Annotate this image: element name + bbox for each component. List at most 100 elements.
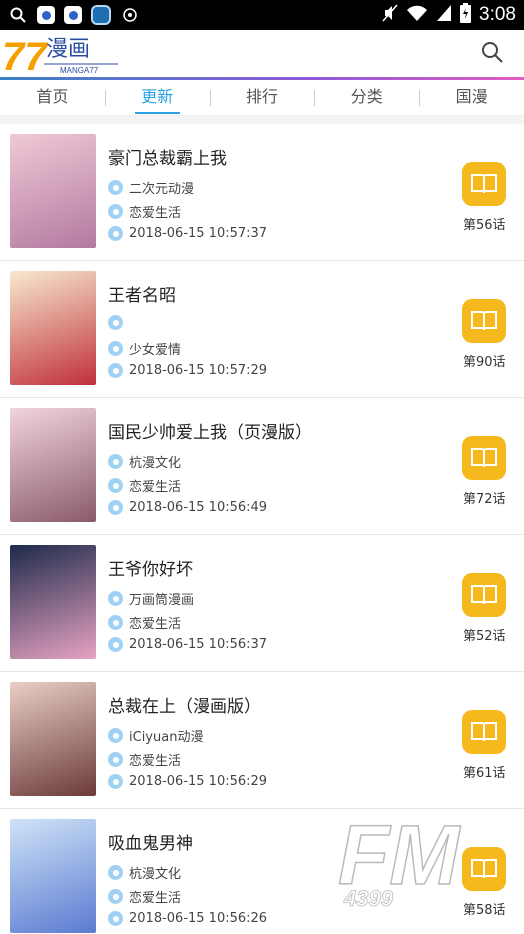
update-time: 2018-06-15 10:56:29: [129, 774, 268, 789]
author: 二次元动漫: [129, 182, 195, 197]
user-icon: [108, 865, 123, 880]
comic-title[interactable]: 吸血鬼男神: [108, 829, 193, 854]
list-item[interactable]: 国民少帅爱上我（页漫版） 杭漫文化 恋爱生活 2018-06-15 10:56:…: [0, 398, 524, 535]
watermark-sub: 4399: [343, 886, 394, 911]
update-time: 2018-06-15 10:57:37: [129, 226, 268, 241]
genre: 恋爱生活: [129, 754, 182, 769]
search-icon: [8, 5, 28, 25]
tab-domestic[interactable]: 国漫: [419, 80, 524, 116]
book-icon: [471, 585, 497, 605]
genre-row: 恋爱生活: [108, 887, 181, 906]
latest-chapter: 第72话: [463, 492, 506, 507]
wifi-icon: [406, 4, 428, 27]
logo-text: 漫画: [46, 37, 90, 62]
clock-icon: [108, 637, 123, 652]
battery-icon: [460, 2, 472, 28]
genre: 恋爱生活: [129, 206, 182, 221]
list-item[interactable]: 豪门总裁霸上我 二次元动漫 恋爱生活 2018-06-15 10:57:37 第…: [0, 124, 524, 261]
update-time: 2018-06-15 10:57:29: [129, 363, 268, 378]
tag-icon: [108, 752, 123, 767]
watermark: FM 4399: [337, 806, 488, 916]
user-icon: [108, 454, 123, 469]
clock-icon: [108, 226, 123, 241]
clock: 3:08: [479, 4, 516, 25]
genre: 少女爱情: [129, 343, 182, 358]
latest-chapter: 第90话: [463, 355, 506, 370]
user-icon: [108, 315, 123, 330]
update-time: 2018-06-15 10:56:26: [129, 911, 268, 926]
clock-icon: [108, 911, 123, 926]
read-button[interactable]: [462, 710, 506, 754]
clock-icon: [108, 500, 123, 515]
time-row: 2018-06-15 10:56:49: [108, 500, 267, 515]
comic-title[interactable]: 国民少帅爱上我（页漫版）: [108, 418, 312, 443]
search-button[interactable]: [480, 40, 504, 64]
genre: 恋爱生活: [129, 891, 182, 906]
app-logo[interactable]: 77 漫画 MANGA77: [0, 30, 120, 79]
comic-cover[interactable]: [10, 134, 96, 248]
tag-icon: [108, 889, 123, 904]
tag-icon: [108, 478, 123, 493]
update-time: 2018-06-15 10:56:37: [129, 637, 268, 652]
time-row: 2018-06-15 10:57:37: [108, 226, 267, 241]
book-icon: [471, 311, 497, 331]
tab-ranking[interactable]: 排行: [209, 80, 315, 116]
signal-icon: [436, 4, 452, 27]
author-row: 万画筒漫画: [108, 589, 194, 608]
time-row: 2018-06-15 10:57:29: [108, 363, 267, 378]
comic-cover[interactable]: [10, 819, 96, 933]
author: 杭漫文化: [129, 456, 182, 471]
tab-updates[interactable]: 更新: [104, 80, 210, 116]
tag-icon: [108, 615, 123, 630]
comic-title[interactable]: 总裁在上（漫画版）: [108, 692, 261, 717]
app-header: 77 漫画 MANGA77: [0, 30, 524, 79]
list-item[interactable]: 总裁在上（漫画版） iCiyuan动漫 恋爱生活 2018-06-15 10:5…: [0, 672, 524, 809]
user-icon: [108, 180, 123, 195]
app-icon: [91, 5, 111, 25]
comic-cover[interactable]: [10, 545, 96, 659]
comic-title[interactable]: 王爷你好坏: [108, 555, 193, 580]
tab-home[interactable]: 首页: [0, 80, 105, 116]
mute-icon: [382, 4, 398, 27]
latest-chapter: 第52话: [463, 629, 506, 644]
author-row: [108, 315, 129, 330]
tag-icon: [108, 204, 123, 219]
paw-icon: [64, 6, 82, 24]
tab-categories[interactable]: 分类: [314, 80, 419, 116]
comic-title[interactable]: 豪门总裁霸上我: [108, 144, 227, 169]
status-bar: 3:08: [0, 0, 524, 30]
logo-mark: 77: [2, 35, 48, 76]
comic-cover[interactable]: [10, 271, 96, 385]
author-row: 二次元动漫: [108, 178, 194, 197]
comic-cover[interactable]: [10, 682, 96, 796]
genre-row: 恋爱生活: [108, 750, 181, 769]
settings-icon: [120, 5, 140, 25]
author-row: iCiyuan动漫: [108, 726, 203, 745]
divider: [0, 116, 524, 124]
author: iCiyuan动漫: [129, 730, 204, 745]
comic-title[interactable]: 王者名昭: [108, 281, 176, 306]
comic-cover[interactable]: [10, 408, 96, 522]
author: 杭漫文化: [129, 867, 182, 882]
author: 万画筒漫画: [129, 593, 195, 608]
genre-row: 恋爱生活: [108, 613, 181, 632]
read-button[interactable]: [462, 573, 506, 617]
clock-icon: [108, 774, 123, 789]
tab-bar: 首页 更新 排行 分类 国漫: [0, 80, 524, 116]
read-button[interactable]: [462, 299, 506, 343]
genre-row: 恋爱生活: [108, 476, 181, 495]
list-item[interactable]: 王爷你好坏 万画筒漫画 恋爱生活 2018-06-15 10:56:37 第52…: [0, 535, 524, 672]
paw-icon: [37, 6, 55, 24]
genre: 恋爱生活: [129, 617, 182, 632]
book-icon: [471, 722, 497, 742]
read-button[interactable]: [462, 436, 506, 480]
tag-icon: [108, 341, 123, 356]
genre-row: 少女爱情: [108, 339, 181, 358]
read-button[interactable]: [462, 162, 506, 206]
latest-chapter: 第61话: [463, 766, 506, 781]
list-item[interactable]: 王者名昭 少女爱情 2018-06-15 10:57:29 第90话: [0, 261, 524, 398]
author-row: 杭漫文化: [108, 863, 181, 882]
latest-chapter: 第56话: [463, 218, 506, 233]
time-row: 2018-06-15 10:56:37: [108, 637, 267, 652]
time-row: 2018-06-15 10:56:29: [108, 774, 267, 789]
